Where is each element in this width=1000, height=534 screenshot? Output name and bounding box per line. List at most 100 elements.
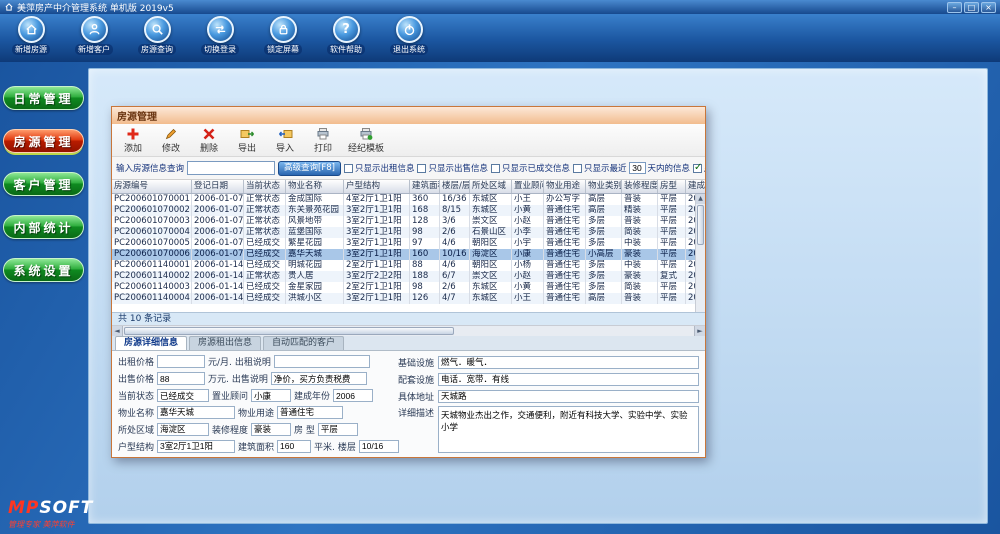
rent-price-input[interactable] — [157, 355, 205, 368]
toolbar-label: 锁定屏幕 — [264, 44, 302, 55]
table-row[interactable]: PC2006011400042006-01-14已经成交洪城小区3室2厅1卫1阳… — [112, 293, 705, 304]
table-row[interactable]: PC2006011400022006-01-14正常状态贵人居3室2厅2卫2阳1… — [112, 271, 705, 282]
minimize-button[interactable]: – — [947, 2, 962, 13]
toolbar-lock-screen-button[interactable]: 锁定屏幕 — [260, 16, 306, 55]
filter-rent-only[interactable]: 只显示出租信息 — [344, 162, 415, 174]
scroll-right-icon[interactable]: ► — [694, 326, 705, 336]
tab-matched-customers[interactable]: 自动匹配的客户 — [263, 336, 344, 350]
tab-house-detail[interactable]: 房源详细信息 — [115, 336, 187, 350]
dialog-titlebar[interactable]: 房源管理 — [112, 107, 705, 124]
layout-input[interactable] — [157, 440, 235, 453]
table-row[interactable]: PC2006010700032006-01-07正常状态风景地带3室2厅1卫1阳… — [112, 216, 705, 227]
scroll-left-icon[interactable]: ◄ — [112, 326, 123, 336]
close-button[interactable]: × — [981, 2, 996, 13]
sidebar-item-settings[interactable]: 系统设置 — [3, 258, 84, 282]
equipment-input[interactable] — [438, 373, 699, 386]
checkbox-icon[interactable] — [693, 164, 702, 173]
address-input[interactable] — [438, 390, 699, 403]
column-header[interactable]: 登记日期 — [192, 180, 244, 193]
table-row[interactable]: PC2006011400032006-01-14已经成交金星家园2室2厅1卫1阳… — [112, 282, 705, 293]
area-input[interactable] — [277, 440, 311, 453]
search-input[interactable] — [187, 161, 275, 175]
scroll-up-icon[interactable]: ▲ — [696, 194, 705, 204]
table-cell: 普通住宅 — [544, 271, 586, 282]
checkbox-icon[interactable] — [417, 164, 426, 173]
column-header[interactable]: 当前状态 — [244, 180, 286, 193]
edit-button[interactable]: 修改 — [158, 126, 184, 154]
toolbar-new-house-button[interactable]: 新增房源 — [8, 16, 54, 55]
house-type-input[interactable] — [318, 423, 358, 436]
maximize-button[interactable]: □ — [964, 2, 979, 13]
column-header[interactable]: 物业用途 — [544, 180, 586, 193]
table-row[interactable]: PC2006010700052006-01-07已经成交繁星花园3室2厅1卫1阳… — [112, 238, 705, 249]
table-cell: 普通住宅 — [544, 216, 586, 227]
toolbar-exit-button[interactable]: 退出系统 — [386, 16, 432, 55]
description-textarea[interactable]: 天城物业杰出之作，交通便利，附近有科技大学、实验中学、实验小学 — [438, 406, 699, 453]
column-header[interactable]: 建筑面积 — [410, 180, 440, 193]
detail-form-left: 出租价格 元/月. 出租说明 出售价格 万元. 出售说明 当前状态 置业顾问 — [118, 355, 386, 453]
column-header[interactable]: 物业名称 — [286, 180, 344, 193]
rent-note-input[interactable] — [274, 355, 370, 368]
table-cell: 多层 — [586, 227, 622, 238]
column-header[interactable]: 房源编号 — [112, 180, 192, 193]
column-header[interactable]: 户型结构 — [344, 180, 410, 193]
checkbox-icon[interactable] — [344, 164, 353, 173]
table-row[interactable]: PC2006010700012006-01-07正常状态金成国际4室2厅1卫1阳… — [112, 194, 705, 205]
filter-show-expired[interactable]: 显示失效信息 — [693, 162, 705, 174]
print-button[interactable]: 打印 — [310, 126, 336, 154]
advanced-search-button[interactable]: 高级查询[F8] — [278, 161, 341, 176]
table-row[interactable]: PC2006010700062006-01-07已经成交嘉华天城3室2厅1卫1阳… — [112, 249, 705, 260]
property-name-input[interactable] — [157, 406, 235, 419]
usage-input[interactable] — [277, 406, 343, 419]
floor-input[interactable] — [359, 440, 399, 453]
column-header[interactable]: 物业类别 — [586, 180, 622, 193]
column-header[interactable]: 置业顾问 — [512, 180, 544, 193]
sidebar-item-customers[interactable]: 客户管理 — [3, 172, 84, 196]
year-input[interactable] — [333, 389, 373, 402]
facilities-input[interactable] — [438, 356, 699, 369]
sale-price-input[interactable] — [157, 372, 205, 385]
toolbar-switch-login-button[interactable]: 切换登录 — [197, 16, 243, 55]
decoration-input[interactable] — [251, 423, 291, 436]
filter-closed-only[interactable]: 只显示已成交信息 — [491, 162, 570, 174]
district-input[interactable] — [157, 423, 209, 436]
table-cell: 4/6 — [440, 238, 470, 249]
horizontal-scrollbar[interactable]: ◄ ► — [112, 325, 705, 336]
status-input[interactable] — [157, 389, 209, 402]
delete-button[interactable]: 删除 — [196, 126, 222, 154]
filter-label: 只显示最近 — [584, 162, 627, 174]
search-row: 输入房源信息查询 高级查询[F8] 只显示出租信息 只显示出售信息 只显示已成交… — [112, 157, 705, 179]
sale-note-input[interactable] — [271, 372, 367, 385]
sidebar-item-statistics[interactable]: 内部统计 — [3, 215, 84, 239]
export-button[interactable]: 导出 — [234, 126, 260, 154]
toolbar-help-button[interactable]: ? 软件帮助 — [323, 16, 369, 55]
column-header[interactable]: 所处区域 — [470, 180, 512, 193]
sidebar-item-houses[interactable]: 房源管理 — [3, 129, 84, 153]
add-button[interactable]: 添加 — [120, 126, 146, 154]
tab-rent-out-info[interactable]: 房源租出信息 — [189, 336, 261, 350]
days-input[interactable] — [629, 162, 646, 174]
table-row[interactable]: PC2006010700042006-01-07正常状态蓝堡国际3室2厅1卫1阳… — [112, 227, 705, 238]
checkbox-icon[interactable] — [573, 164, 582, 173]
column-header[interactable]: 装修程度 — [622, 180, 658, 193]
checkbox-icon[interactable] — [491, 164, 500, 173]
table-row[interactable]: PC2006011400012006-01-14已经成交明城花园2室2厅1卫1阳… — [112, 260, 705, 271]
column-header[interactable]: 楼层/层数 — [440, 180, 470, 193]
column-header[interactable]: 房型 — [658, 180, 686, 193]
import-icon — [278, 126, 293, 141]
table-row[interactable]: PC2006010700022006-01-07正常状态东关景苑花园3室2厅1卫… — [112, 205, 705, 216]
sidebar-item-daily[interactable]: 日常管理 — [3, 86, 84, 110]
horizontal-scroll-thumb[interactable] — [124, 327, 454, 335]
agent-input[interactable] — [251, 389, 291, 402]
vertical-scroll-thumb[interactable] — [697, 205, 704, 245]
broker-template-button[interactable]: 经纪模板 — [348, 126, 384, 154]
vertical-scrollbar[interactable]: ▲ — [695, 194, 705, 312]
toolbar-new-customer-button[interactable]: 新增客户 — [71, 16, 117, 55]
import-button[interactable]: 导入 — [272, 126, 298, 154]
column-header[interactable]: 建成年份 — [686, 180, 705, 193]
search-icon — [144, 16, 171, 43]
table-cell: 朝阳区 — [470, 260, 512, 271]
toolbar-house-search-button[interactable]: 房源查询 — [134, 16, 180, 55]
filter-recent-days[interactable]: 只显示最近 天内的信息 — [573, 162, 690, 174]
filter-sale-only[interactable]: 只显示出售信息 — [417, 162, 488, 174]
